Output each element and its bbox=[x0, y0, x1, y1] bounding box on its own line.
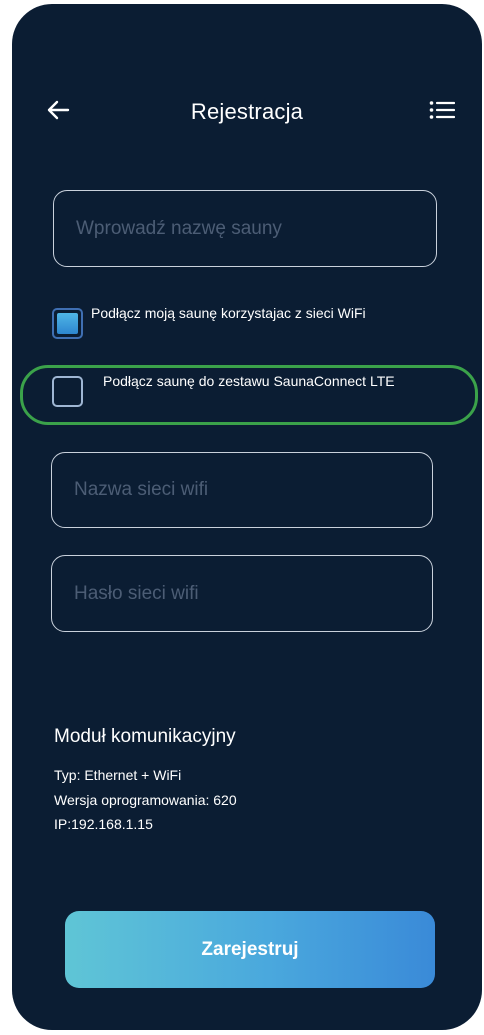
page-title: Rejestracja bbox=[190, 99, 304, 124]
module-type: Typ: Ethernet + WiFi bbox=[54, 767, 182, 783]
wifi-option-checkbox[interactable] bbox=[52, 308, 83, 339]
wifi-name-input[interactable] bbox=[52, 453, 432, 527]
list-menu-icon bbox=[429, 100, 456, 125]
checkbox-checked-fill bbox=[57, 313, 78, 334]
menu-button[interactable] bbox=[424, 94, 460, 130]
wifi-password-field bbox=[51, 555, 433, 632]
wifi-option[interactable]: Podłącz moją saunę korzystajac z sieci W… bbox=[52, 302, 452, 339]
wifi-name-field bbox=[51, 452, 433, 528]
sauna-name-field bbox=[53, 190, 437, 267]
sauna-name-input[interactable] bbox=[54, 191, 436, 266]
module-firmware: Wersja oprogramowania: 620 bbox=[54, 792, 237, 808]
lte-option[interactable]: Podłącz saunę do zestawu SaunaConnect LT… bbox=[52, 370, 472, 407]
module-title: Moduł komunikacyjny bbox=[54, 726, 236, 747]
wifi-password-input[interactable] bbox=[52, 556, 432, 631]
lte-option-checkbox[interactable] bbox=[52, 376, 83, 407]
register-button[interactable]: Zarejestruj bbox=[65, 911, 435, 988]
wifi-option-label: Podłącz moją saunę korzystajac z sieci W… bbox=[91, 305, 366, 321]
lte-option-label: Podłącz saunę do zestawu SaunaConnect LT… bbox=[103, 373, 395, 389]
module-ip: IP:192.168.1.15 bbox=[54, 816, 153, 832]
app-screen: Rejestracja Podłącz moją saunę korzystaj… bbox=[12, 4, 482, 1030]
